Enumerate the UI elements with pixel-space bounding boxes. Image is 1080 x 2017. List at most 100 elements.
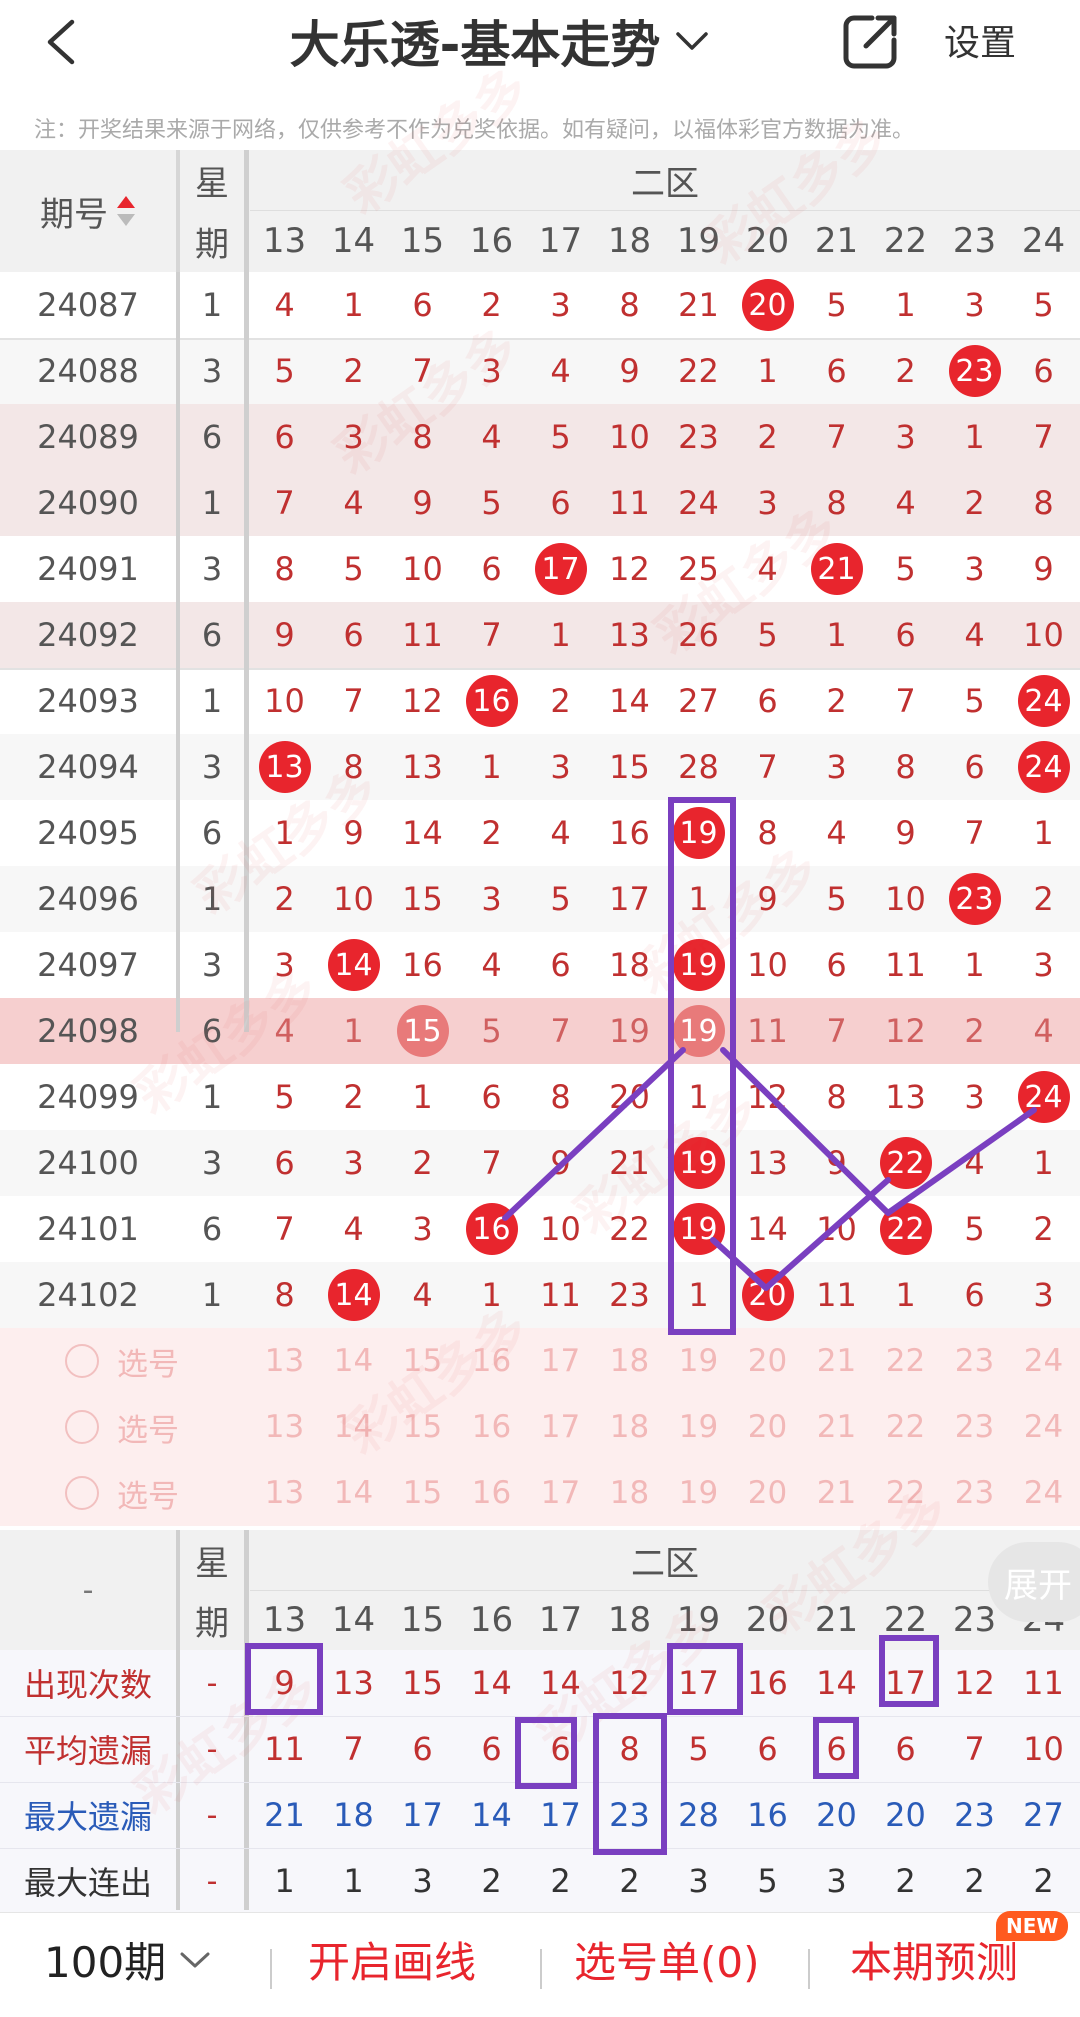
stats-value: 2 — [619, 1862, 640, 1900]
pick-number[interactable]: 22 — [871, 1394, 940, 1460]
pick-number[interactable]: 24 — [1009, 1460, 1078, 1526]
omission-value: 14 — [747, 1210, 788, 1248]
hit-ball: 14 — [327, 1269, 380, 1321]
omission-value: 5 — [826, 880, 847, 918]
pick-number[interactable]: 24 — [1009, 1328, 1078, 1394]
pick-number[interactable]: 23 — [940, 1328, 1009, 1394]
omission-value: 1 — [343, 1012, 364, 1050]
omission-value: 18 — [609, 946, 650, 984]
pick-number[interactable]: 23 — [940, 1394, 1009, 1460]
pick-number[interactable]: 17 — [526, 1394, 595, 1460]
issue-number: 24089 — [37, 418, 139, 456]
pick-number[interactable]: 16 — [457, 1328, 526, 1394]
stats-value: 7 — [343, 1730, 364, 1768]
pick-number[interactable]: 13 — [250, 1460, 319, 1526]
pick-row-selector[interactable]: 选号 — [0, 1394, 244, 1460]
omission-value: 8 — [412, 418, 433, 456]
stats-value: 16 — [747, 1664, 788, 1702]
omission-value: 12 — [885, 1012, 926, 1050]
omission-value: 1 — [757, 352, 778, 390]
omission-value: 1 — [688, 1276, 709, 1314]
period-selector[interactable]: 100期 — [44, 1929, 212, 1990]
pick-number[interactable]: 18 — [595, 1394, 664, 1460]
omission-value: 4 — [1033, 1012, 1054, 1050]
hit-cell: 23 — [940, 866, 1009, 932]
pick-number[interactable]: 14 — [319, 1460, 388, 1526]
hit-cell: 15 — [388, 998, 457, 1064]
column-header-number: 13 — [262, 221, 307, 261]
pick-number[interactable]: 19 — [664, 1394, 733, 1460]
pick-number[interactable]: 16 — [457, 1460, 526, 1526]
pick-number[interactable]: 22 — [871, 1328, 940, 1394]
pick-row-selector[interactable]: 选号 — [0, 1460, 244, 1526]
omission-value: 3 — [1033, 1276, 1054, 1314]
stats-value: 3 — [688, 1862, 709, 1900]
pick-number[interactable]: 15 — [388, 1394, 457, 1460]
pick-row-selector[interactable]: 选号 — [0, 1328, 244, 1394]
column-header-issue[interactable]: 期号 — [0, 150, 176, 272]
pick-number[interactable]: 21 — [802, 1394, 871, 1460]
pick-number[interactable]: 17 — [526, 1328, 595, 1394]
pick-number[interactable]: 21 — [802, 1328, 871, 1394]
omission-value: 7 — [274, 484, 295, 522]
pick-number[interactable]: 14 — [319, 1394, 388, 1460]
pick-number[interactable]: 22 — [871, 1460, 940, 1526]
omission-value: 13 — [402, 748, 443, 786]
pick-number[interactable]: 16 — [457, 1394, 526, 1460]
pick-number[interactable]: 18 — [595, 1328, 664, 1394]
stats-row-label: 平均遗漏 — [23, 1732, 152, 1770]
omission-value: 3 — [757, 484, 778, 522]
pick-number[interactable]: 20 — [733, 1394, 802, 1460]
pick-number[interactable]: 19 — [664, 1328, 733, 1394]
pick-number[interactable]: 24 — [1009, 1394, 1078, 1460]
pick-number[interactable]: 17 — [526, 1460, 595, 1526]
pick-list-button[interactable]: 选号单(0) — [574, 1929, 760, 1990]
predict-button[interactable]: 本期预测 — [850, 1929, 1018, 1990]
draw-line-button[interactable]: 开启画线 — [308, 1929, 476, 1990]
omission-value: 5 — [895, 550, 916, 588]
stats-value: 6 — [412, 1730, 433, 1768]
pick-number[interactable]: 13 — [250, 1328, 319, 1394]
pick-number[interactable]: 15 — [388, 1460, 457, 1526]
bottom-toolbar: 100期 开启画线 选号单(0) 本期预测 NEW — [0, 1911, 1080, 2017]
omission-value: 7 — [895, 682, 916, 720]
pick-number[interactable]: 14 — [319, 1328, 388, 1394]
pick-number[interactable]: 20 — [733, 1460, 802, 1526]
pick-number[interactable]: 21 — [802, 1460, 871, 1526]
week-day: 3 — [201, 352, 223, 390]
stats-value: 2 — [964, 1862, 985, 1900]
omission-value: 23 — [678, 418, 719, 456]
omission-value: 1 — [964, 418, 985, 456]
stats-row-label: 最大遗漏 — [23, 1798, 152, 1836]
stats-week-bottom: 期 — [195, 1603, 229, 1644]
column-header-number: 16 — [469, 221, 514, 261]
stats-value: 7 — [964, 1730, 985, 1768]
pick-number[interactable]: 20 — [733, 1328, 802, 1394]
omission-value: 11 — [747, 1012, 788, 1050]
hit-cell: 19 — [664, 1130, 733, 1196]
stats-value: 20 — [816, 1796, 857, 1834]
omission-value: 2 — [964, 1012, 985, 1050]
omission-value: 6 — [274, 418, 295, 456]
omission-value: 6 — [481, 1078, 502, 1116]
expand-button[interactable]: 展开 — [988, 1542, 1080, 1622]
stats-column-header: 21 — [814, 1600, 859, 1640]
stats-value: 17 — [540, 1796, 581, 1834]
pick-number[interactable]: 19 — [664, 1460, 733, 1526]
week-day: 1 — [201, 484, 223, 522]
stats-value: 18 — [333, 1796, 374, 1834]
omission-value: 15 — [609, 748, 650, 786]
omission-value: 6 — [964, 748, 985, 786]
hit-ball: 23 — [948, 345, 1001, 397]
omission-value: 4 — [550, 352, 571, 390]
omission-value: 5 — [964, 1210, 985, 1248]
omission-value: 7 — [964, 814, 985, 852]
pick-number[interactable]: 13 — [250, 1394, 319, 1460]
omission-value: 10 — [885, 880, 926, 918]
omission-value: 1 — [895, 286, 916, 324]
pick-number[interactable]: 15 — [388, 1328, 457, 1394]
issue-number: 24101 — [37, 1210, 139, 1248]
pick-number[interactable]: 23 — [940, 1460, 1009, 1526]
pick-number[interactable]: 18 — [595, 1460, 664, 1526]
column-header-number: 19 — [676, 221, 721, 261]
